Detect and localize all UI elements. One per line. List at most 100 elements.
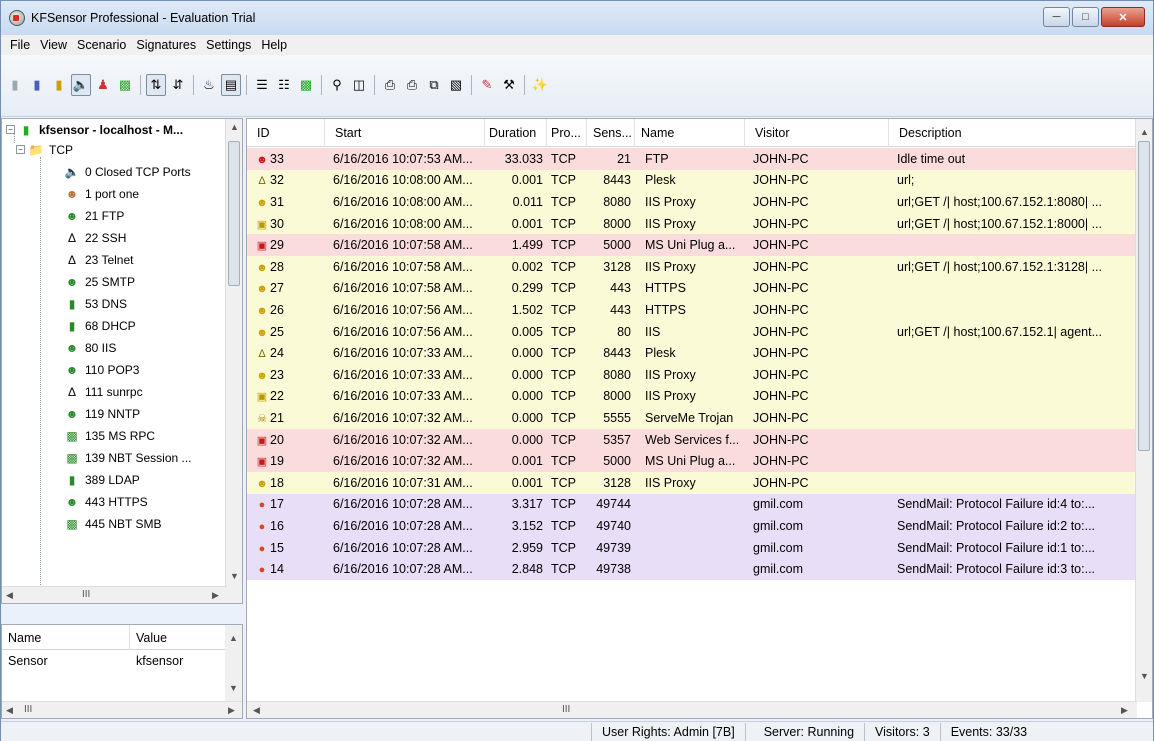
event-row[interactable]: ☻ 28 6/16/2016 10:07:58 AM... 0.002 TCP 3128 I… <box>247 256 1137 278</box>
tree-item[interactable]: ▮ 389 LDAP <box>64 469 140 490</box>
props-header-value[interactable]: Value <box>130 625 226 650</box>
collapse-icon[interactable]: − <box>16 145 25 154</box>
scroll-left-arrow-icon[interactable]: ◀ <box>6 705 13 716</box>
menu-scenario[interactable]: Scenario <box>72 38 131 52</box>
props-vertical-scrollbar[interactable]: ▲ ▼ <box>225 625 242 701</box>
list-vertical-scrollbar[interactable]: ▲ ▼ <box>1135 119 1152 702</box>
tools-icon[interactable]: ⚒ <box>499 74 519 96</box>
event-row[interactable]: ☻ 27 6/16/2016 10:07:58 AM... 0.299 TCP 443 HT… <box>247 277 1137 300</box>
sort-desc-icon[interactable]: ⇵ <box>168 74 188 96</box>
tree-item[interactable]: ☻ 25 SMTP <box>64 271 135 292</box>
menu-view[interactable]: View <box>35 38 72 52</box>
tree-item[interactable]: ☻ 443 HTTPS <box>64 491 148 512</box>
menu-settings[interactable]: Settings <box>201 38 256 52</box>
print-icon[interactable]: ⎙ <box>380 74 400 96</box>
scroll-down-arrow-icon[interactable]: ▼ <box>230 571 239 581</box>
tree-item[interactable]: Δ 111 sunrpc <box>64 381 143 402</box>
sort-asc-icon[interactable]: ⇅ <box>146 74 166 96</box>
event-row[interactable]: ☻ 33 6/16/2016 10:07:53 AM... 33.033 TCP 21 FT… <box>247 148 1137 170</box>
event-row[interactable]: ☻ 31 6/16/2016 10:08:00 AM... 0.011 TCP 8080 I… <box>247 191 1137 213</box>
magnifier-icon[interactable]: ⚲ <box>327 74 347 96</box>
tree-item[interactable]: ☻ 110 POP3 <box>64 359 140 380</box>
tree-vertical-scrollbar[interactable]: ▲ ▼ <box>225 119 242 603</box>
tree-item[interactable]: ☻ 80 IIS <box>64 337 117 358</box>
speaker-icon[interactable]: 🔈 <box>71 74 91 96</box>
menu-signatures[interactable]: Signatures <box>131 38 201 52</box>
event-row[interactable]: ☻ 18 6/16/2016 10:07:31 AM... 0.001 TCP 3128 I… <box>247 472 1137 494</box>
event-row[interactable]: Δ 32 6/16/2016 10:08:00 AM... 0.001 TCP 8443 P… <box>247 169 1137 192</box>
tree-item[interactable]: ☻ 119 NNTP <box>64 403 140 424</box>
scroll-down-arrow-icon[interactable]: ▼ <box>229 683 238 693</box>
scroll-thumb[interactable] <box>228 141 240 286</box>
maximize-button[interactable]: □ <box>1072 7 1099 27</box>
menu-help[interactable]: Help <box>256 38 292 52</box>
blue-sensor-icon[interactable]: ▮ <box>27 74 47 96</box>
tree-group-tcp[interactable]: − 📁 TCP <box>16 139 73 160</box>
col-header-start[interactable]: Start <box>325 119 485 147</box>
person-icon[interactable]: ♟ <box>93 74 113 96</box>
tree-view-icon[interactable]: ☷ <box>274 74 294 96</box>
event-row[interactable]: ▣ 29 6/16/2016 10:07:58 AM... 1.499 TCP 5000 M… <box>247 234 1137 256</box>
tree-item[interactable]: ▩ 445 NBT SMB <box>64 513 161 534</box>
tree-item[interactable]: ▮ 53 DNS <box>64 293 127 314</box>
event-row[interactable]: ● 15 6/16/2016 10:07:28 AM... 2.959 TCP 49739… <box>247 536 1137 559</box>
yellow-sensor-icon[interactable]: ▮ <box>49 74 69 96</box>
wizard-icon[interactable]: ✨ <box>530 74 550 96</box>
scroll-up-arrow-icon[interactable]: ▲ <box>229 633 238 643</box>
close-button[interactable]: ✕ <box>1101 7 1145 27</box>
col-header-description[interactable]: Description <box>889 119 1137 147</box>
collapse-icon[interactable]: − <box>6 125 15 134</box>
sensor-tree[interactable]: − ▮ kfsensor - localhost - M... − 📁 TCP … <box>1 118 243 604</box>
copy-icon[interactable]: ⧉ <box>424 74 444 96</box>
minimize-button[interactable]: ─ <box>1043 7 1070 27</box>
event-row[interactable]: ☻ 23 6/16/2016 10:07:33 AM... 0.000 TCP 8080 I… <box>247 364 1137 386</box>
col-header-duration[interactable]: Duration <box>485 119 547 147</box>
props-horizontal-scrollbar[interactable]: ◀ III ▶ <box>2 701 242 718</box>
props-row[interactable]: Sensor kfsensor <box>2 650 242 672</box>
event-row[interactable]: ● 14 6/16/2016 10:07:28 AM... 2.848 TCP 49738… <box>247 558 1137 580</box>
event-row[interactable]: ▣ 20 6/16/2016 10:07:32 AM... 0.000 TCP 5357 W… <box>247 428 1137 451</box>
tree-horizontal-scrollbar[interactable]: ◀ III ▶ <box>2 586 227 603</box>
green-sensor-icon[interactable]: ▩ <box>296 74 316 96</box>
tree-item[interactable]: ▩ 135 MS RPC <box>64 425 155 446</box>
tree-item[interactable]: ☻ 1 port one <box>64 183 139 204</box>
col-header-name[interactable]: Name <box>635 119 745 147</box>
bar-chart-icon[interactable]: ▩ <box>115 74 135 96</box>
event-row[interactable]: ● 17 6/16/2016 10:07:28 AM... 3.317 TCP 49744… <box>247 493 1137 516</box>
tree-item[interactable]: Δ 23 Telnet <box>64 249 134 270</box>
col-header-visitor[interactable]: Visitor <box>745 119 889 147</box>
list-view-icon[interactable]: ☰ <box>252 74 272 96</box>
edit-settings-icon[interactable]: ✎ <box>477 74 497 96</box>
event-row[interactable]: ▣ 19 6/16/2016 10:07:32 AM... 0.001 TCP 5000 M… <box>247 450 1137 472</box>
export-icon[interactable]: ◫ <box>349 74 369 96</box>
event-list[interactable]: ID Start Duration Pro... Sens... Name Vi… <box>246 118 1153 719</box>
props-header-name[interactable]: Name <box>2 625 130 650</box>
tree-item[interactable]: ▩ 139 NBT Session ... <box>64 447 191 468</box>
col-header-protocol[interactable]: Pro... <box>547 119 587 147</box>
details-view-icon[interactable]: ▤ <box>221 74 241 96</box>
col-header-id[interactable]: ID <box>247 119 325 147</box>
tree-root-row[interactable]: − ▮ kfsensor - localhost - M... <box>6 119 183 140</box>
col-header-sensor[interactable]: Sens... <box>587 119 635 147</box>
scroll-left-arrow-icon[interactable]: ◀ <box>253 705 260 716</box>
tree-item[interactable]: ☻ 21 FTP <box>64 205 125 226</box>
scroll-right-arrow-icon[interactable]: ▶ <box>212 590 219 601</box>
scroll-down-arrow-icon[interactable]: ▼ <box>1140 671 1149 681</box>
scroll-thumb[interactable] <box>1138 141 1150 451</box>
menu-file[interactable]: File <box>5 38 35 52</box>
event-row[interactable]: ● 16 6/16/2016 10:07:28 AM... 3.152 TCP 49740… <box>247 515 1137 537</box>
scroll-right-arrow-icon[interactable]: ▶ <box>228 705 235 716</box>
event-row[interactable]: ☻ 25 6/16/2016 10:07:56 AM... 0.005 TCP 80 IIS… <box>247 320 1137 343</box>
tree-item[interactable]: ▮ 68 DHCP <box>64 315 136 336</box>
event-row[interactable]: ▣ 30 6/16/2016 10:08:00 AM... 0.001 TCP 8000 I… <box>247 212 1137 235</box>
network-tree-icon[interactable]: ♨ <box>199 74 219 96</box>
tree-item[interactable]: 🔈 0 Closed TCP Ports <box>64 161 191 182</box>
event-row[interactable]: Δ 24 6/16/2016 10:07:33 AM... 0.000 TCP 8443 P… <box>247 342 1137 364</box>
book-icon[interactable]: ▧ <box>446 74 466 96</box>
event-row[interactable]: ☻ 26 6/16/2016 10:07:56 AM... 1.502 TCP 443 HT… <box>247 299 1137 321</box>
scroll-up-arrow-icon[interactable]: ▲ <box>230 122 239 132</box>
print-preview-icon[interactable]: ⎙ <box>402 74 422 96</box>
scroll-right-arrow-icon[interactable]: ▶ <box>1121 705 1128 716</box>
event-row[interactable]: ▣ 22 6/16/2016 10:07:33 AM... 0.000 TCP 8000 I… <box>247 385 1137 408</box>
event-row[interactable]: ☠ 21 6/16/2016 10:07:32 AM... 0.000 TCP 5555 S… <box>247 407 1137 429</box>
